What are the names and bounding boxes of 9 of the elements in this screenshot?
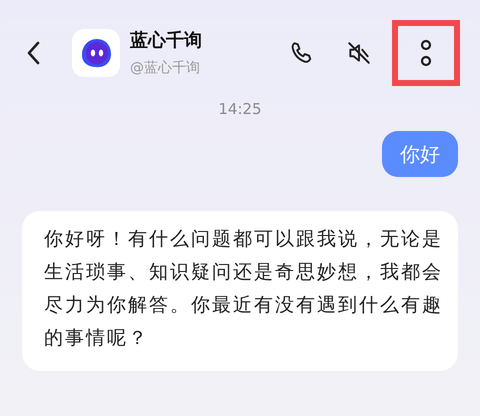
mute-icon[interactable]	[346, 40, 372, 66]
app-avatar-icon	[72, 29, 120, 77]
more-icon[interactable]	[420, 38, 432, 68]
back-icon[interactable]	[26, 41, 40, 65]
timestamp: 14:25	[218, 99, 262, 120]
contact-handle: @蓝心千询	[130, 59, 201, 78]
assistant-message-bubble: 你好呀！有什么问题都可以跟我说，无论是生活琐事、知识疑问还是奇思妙想，我都会尽力为你解答。你最近有没有遇到什么有趣的事情呢？	[22, 210, 458, 370]
user-message-bubble: 你好	[382, 130, 458, 176]
contact-name: 蓝心千询	[130, 29, 202, 53]
